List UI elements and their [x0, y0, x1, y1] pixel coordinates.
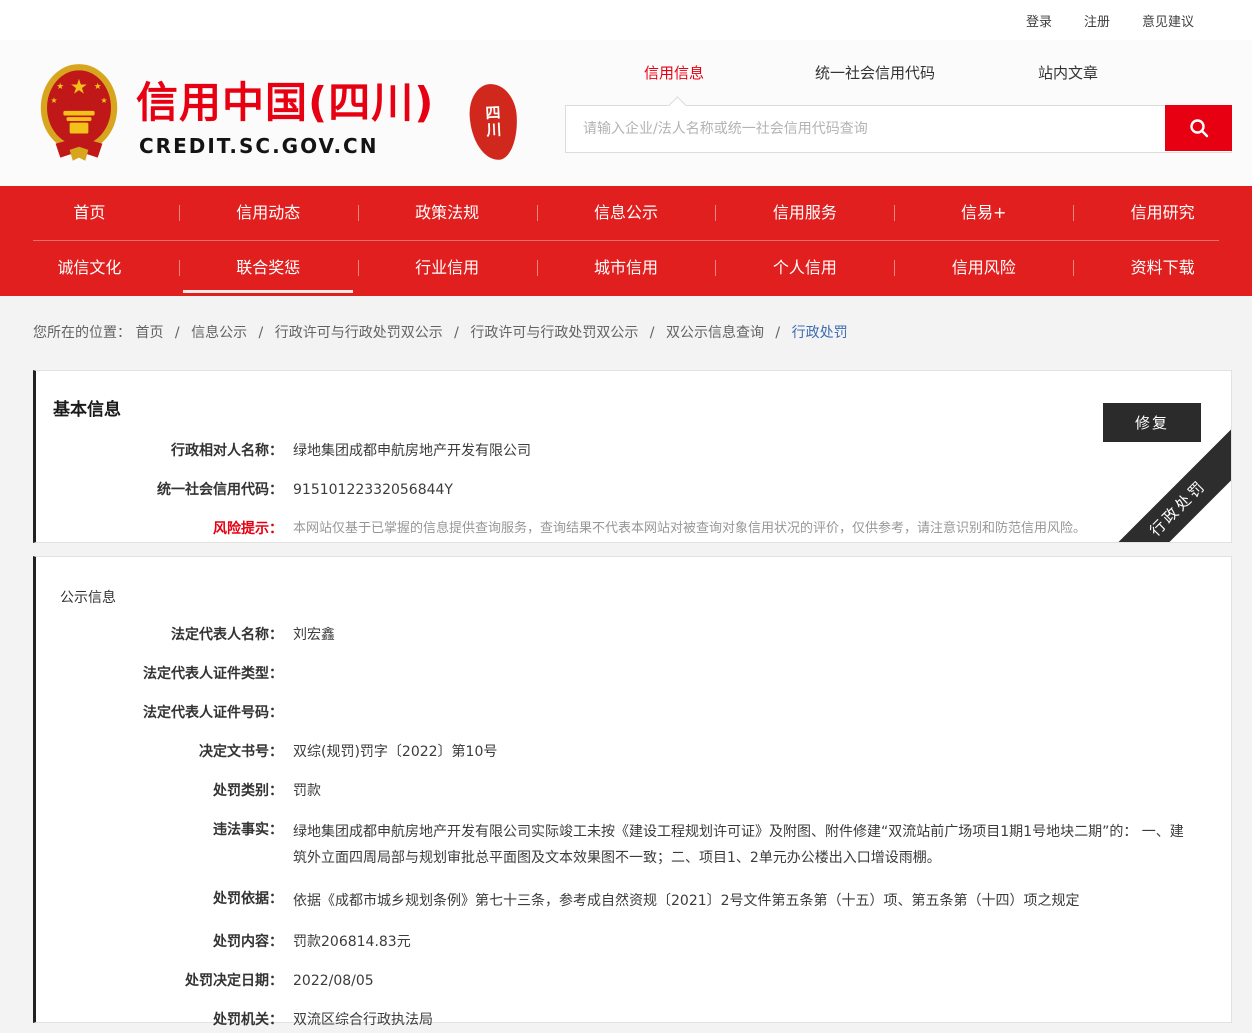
party-name-value: 绿地集团成都申航房地产开发有限公司 [293, 440, 531, 462]
credit-code-value: 91510122332056844Y [293, 479, 453, 501]
nav-item-info-disclosure[interactable]: 信息公示 [537, 186, 716, 240]
search-tab-credit-info[interactable]: 信用信息 [644, 62, 704, 83]
nav-item-credit-risk[interactable]: 信用风险 [894, 241, 1073, 295]
site-domain: CREDIT.SC.GOV.CN [139, 134, 378, 158]
field-label: 违法事实： [36, 819, 283, 871]
field-row-credit-code: 统一社会信用代码： 91510122332056844Y [36, 479, 1231, 501]
risk-notice-label: 风险提示： [36, 518, 283, 540]
field-row-party-name: 行政相对人名称： 绿地集团成都申航房地产开发有限公司 [36, 440, 1231, 462]
field-label: 决定文书号： [36, 741, 283, 763]
field-row-legal-rep-id-number: 法定代表人证件号码： [36, 702, 1231, 724]
nav-item-city-credit[interactable]: 城市信用 [537, 241, 716, 295]
penalty-basis-value: 依据《成都市城乡规划条例》第七十三条，参考成自然资规〔2021〕2号文件第五条第… [293, 888, 1080, 914]
field-label: 法定代表人名称： [36, 624, 283, 646]
penalty-authority-value: 双流区综合行政执法局 [293, 1009, 433, 1031]
search-icon [1187, 116, 1211, 140]
legal-rep-name-value: 刘宏鑫 [293, 624, 335, 646]
nav-item-policies[interactable]: 政策法规 [358, 186, 537, 240]
svg-text:★: ★ [51, 96, 58, 105]
nav-row-2: 诚信文化 联合奖惩 行业信用 城市信用 个人信用 信用风险 资料下载 [0, 241, 1252, 295]
decision-doc-number-value: 双综(规罚)罚字〔2022〕第10号 [293, 741, 497, 763]
nav-item-credit-news[interactable]: 信用动态 [179, 186, 358, 240]
breadcrumb-separator: / [775, 325, 780, 341]
breadcrumb-dual-disclosure-1[interactable]: 行政许可与行政处罚双公示 [275, 325, 443, 341]
nav-item-personal-credit[interactable]: 个人信用 [715, 241, 894, 295]
field-label: 处罚决定日期： [36, 970, 283, 992]
disclosure-info-card: 公示信息 法定代表人名称： 刘宏鑫 法定代表人证件类型： 法定代表人证件号码： … [33, 556, 1232, 1023]
main-navigation: 首页 信用动态 政策法规 信息公示 信用服务 信易+ 信用研究 诚信文化 联合奖… [0, 186, 1252, 296]
login-link[interactable]: 登录 [1026, 11, 1052, 30]
breadcrumb: 您所在的位置： 首页 / 信息公示 / 行政许可与行政处罚双公示 / 行政许可与… [33, 322, 1252, 342]
breadcrumb-dual-disclosure-query[interactable]: 双公示信息查询 [666, 325, 764, 341]
nav-item-xinyi-plus[interactable]: 信易+ [894, 186, 1073, 240]
field-label: 处罚类别： [36, 780, 283, 802]
svg-text:★: ★ [100, 96, 107, 105]
repair-button[interactable]: 修复 [1103, 403, 1201, 442]
search-box [565, 105, 1232, 153]
register-link[interactable]: 注册 [1084, 11, 1110, 30]
breadcrumb-separator: / [175, 325, 180, 341]
svg-text:★: ★ [56, 82, 64, 92]
risk-notice-text: 本网站仅基于已掌握的信息提供查询服务，查询结果不代表本网站对被查询对象信用状况的… [293, 518, 1086, 540]
svg-text:★: ★ [70, 75, 88, 99]
search-tabs: 信用信息 统一社会信用代码 站内文章 [565, 60, 1232, 88]
nav-item-downloads[interactable]: 资料下载 [1073, 241, 1252, 295]
nav-item-credit-research[interactable]: 信用研究 [1073, 186, 1252, 240]
field-label: 处罚依据： [36, 888, 283, 914]
field-row-legal-rep-name: 法定代表人名称： 刘宏鑫 [36, 624, 1231, 646]
field-row-penalty-content: 处罚内容： 罚款206814.83元 [36, 931, 1231, 953]
field-row-illegal-facts: 违法事实： 绿地集团成都申航房地产开发有限公司实际竣工未按《建设工程规划许可证》… [36, 819, 1231, 871]
breadcrumb-dual-disclosure-2[interactable]: 行政许可与行政处罚双公示 [470, 325, 638, 341]
field-label: 法定代表人证件类型： [36, 663, 283, 685]
breadcrumb-home[interactable]: 首页 [135, 325, 163, 341]
search-tab-site-articles[interactable]: 站内文章 [1038, 62, 1098, 83]
field-row-decision-doc-number: 决定文书号： 双综(规罚)罚字〔2022〕第10号 [36, 741, 1231, 763]
feedback-link[interactable]: 意见建议 [1142, 11, 1194, 30]
nav-item-credit-services[interactable]: 信用服务 [715, 186, 894, 240]
nav-item-joint-rewards-punishments[interactable]: 联合奖惩 [179, 241, 358, 295]
illegal-facts-value: 绿地集团成都申航房地产开发有限公司实际竣工未按《建设工程规划许可证》及附图、附件… [293, 819, 1188, 871]
field-row-penalty-decision-date: 处罚决定日期： 2022/08/05 [36, 970, 1231, 992]
search-button[interactable] [1165, 105, 1232, 151]
field-row-penalty-basis: 处罚依据： 依据《成都市城乡规划条例》第七十三条，参考成自然资规〔2021〕2号… [36, 888, 1231, 914]
basic-info-card: 基本信息 修复 行政相对人名称： 绿地集团成都申航房地产开发有限公司 统一社会信… [33, 370, 1232, 543]
nav-item-integrity-culture[interactable]: 诚信文化 [0, 241, 179, 295]
seal-char: 川 [486, 122, 502, 140]
field-label: 行政相对人名称： [36, 440, 283, 462]
search-tab-social-credit-code[interactable]: 统一社会信用代码 [815, 62, 935, 83]
sichuan-seal-icon: 四 川 [468, 83, 519, 161]
penalty-category-value: 罚款 [293, 780, 321, 802]
breadcrumb-prefix: 您所在的位置： [33, 325, 131, 341]
search-module: 信用信息 统一社会信用代码 站内文章 [565, 60, 1232, 155]
breadcrumb-separator: / [650, 325, 655, 341]
national-emblem-icon: ★ ★ ★ ★ ★ [40, 62, 118, 166]
search-input[interactable] [566, 106, 1165, 152]
field-label: 处罚机关： [36, 1009, 283, 1031]
basic-info-title: 基本信息 [53, 395, 1231, 420]
nav-item-home[interactable]: 首页 [0, 186, 179, 240]
nav-row-1: 首页 信用动态 政策法规 信息公示 信用服务 信易+ 信用研究 [0, 186, 1252, 240]
field-row-penalty-category: 处罚类别： 罚款 [36, 780, 1231, 802]
field-row-penalty-authority: 处罚机关： 双流区综合行政执法局 [36, 1009, 1231, 1031]
breadcrumb-separator: / [259, 325, 264, 341]
field-label: 处罚内容： [36, 931, 283, 953]
disclosure-info-title: 公示信息 [60, 587, 1231, 607]
top-utility-bar: 登录 注册 意见建议 [0, 0, 1252, 40]
field-label: 法定代表人证件号码： [36, 702, 283, 724]
field-row-legal-rep-id-type: 法定代表人证件类型： [36, 663, 1231, 685]
site-header: ★ ★ ★ ★ ★ 信用中国(四川) CREDIT.SC.GOV.CN 四 川 … [0, 40, 1252, 186]
field-row-risk-notice: 风险提示： 本网站仅基于已掌握的信息提供查询服务，查询结果不代表本网站对被查询对… [36, 518, 1231, 540]
site-title: 信用中国(四川) [136, 80, 434, 126]
field-label: 统一社会信用代码： [36, 479, 283, 501]
breadcrumb-separator: / [454, 325, 459, 341]
penalty-content-value: 罚款206814.83元 [293, 931, 411, 953]
nav-item-industry-credit[interactable]: 行业信用 [358, 241, 537, 295]
penalty-decision-date-value: 2022/08/05 [293, 970, 374, 992]
breadcrumb-current-admin-penalty[interactable]: 行政处罚 [792, 325, 848, 341]
breadcrumb-info-disclosure[interactable]: 信息公示 [191, 325, 247, 341]
svg-text:★: ★ [94, 82, 102, 92]
